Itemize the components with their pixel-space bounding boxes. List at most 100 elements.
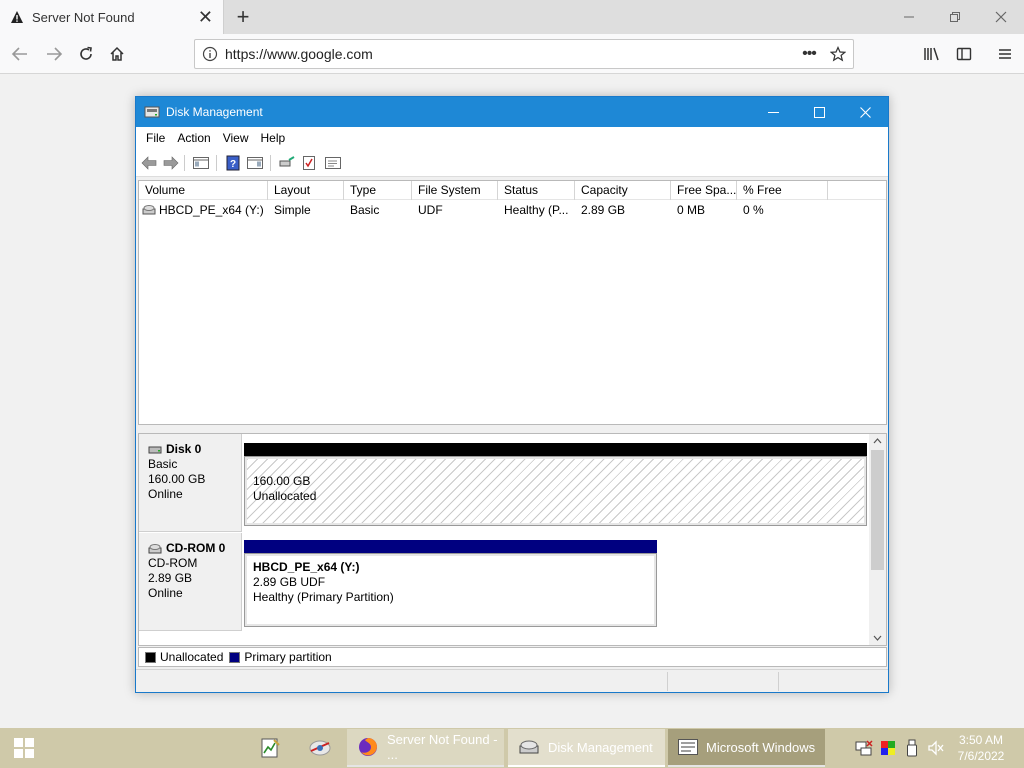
help-book-icon: ? xyxy=(226,155,240,171)
column-header-file-system[interactable]: File System xyxy=(412,181,498,200)
help-button[interactable]: ? xyxy=(224,154,242,172)
menu-view[interactable]: View xyxy=(217,131,255,145)
cdrom-0-info[interactable]: CD-ROM 0 CD-ROM 2.89 GB Online xyxy=(139,533,242,631)
new-tab-button[interactable]: + xyxy=(230,4,256,30)
bookmark-star-icon[interactable] xyxy=(823,46,853,62)
taskbar-item-firefox[interactable]: Server Not Found - ... xyxy=(347,729,504,767)
primary-partition-swatch xyxy=(229,651,241,663)
taskbar-item-disk-management[interactable]: Disk Management xyxy=(508,729,665,767)
window-maximize-button[interactable] xyxy=(796,97,842,127)
home-button[interactable] xyxy=(103,40,131,68)
show-hide-console-tree-button[interactable] xyxy=(192,154,210,172)
connect-drive-button[interactable] xyxy=(278,154,296,172)
volume-name: HBCD_PE_x64 (Y:) xyxy=(159,203,264,217)
partition-label: HBCD_PE_x64 (Y:) xyxy=(253,560,360,574)
menu-file[interactable]: File xyxy=(140,131,171,145)
capacity-cell: 2.89 GB xyxy=(581,203,626,217)
tab-title: Server Not Found xyxy=(32,9,135,25)
unallocated-partition[interactable]: 160.00 GB Unallocated xyxy=(244,456,867,526)
browser-tab[interactable]: Server Not Found ✕ xyxy=(0,0,224,34)
cdrom-0-size: 2.89 GB xyxy=(148,571,193,585)
disk-0-size: 160.00 GB xyxy=(148,472,206,486)
library-icon xyxy=(924,47,939,61)
window-title: Disk Management xyxy=(166,105,263,119)
forward-arrow-icon xyxy=(47,47,63,61)
reload-icon xyxy=(80,46,92,60)
site-info-icon[interactable] xyxy=(195,46,225,62)
volume-row[interactable]: HBCD_PE_x64 (Y:) Simple Basic UDF Health… xyxy=(139,201,886,219)
pinned-notepad-app[interactable] xyxy=(246,728,294,768)
menu-help[interactable]: Help xyxy=(255,131,292,145)
status-bar xyxy=(136,669,888,692)
disk-0-name-row: Disk 0 xyxy=(148,442,241,457)
window-title-bar[interactable]: Disk Management xyxy=(136,97,888,127)
back-button[interactable] xyxy=(140,154,158,172)
close-tab-icon[interactable]: ✕ xyxy=(198,8,213,26)
home-icon xyxy=(110,46,124,61)
taskbar-item-microsoft-windows[interactable]: Microsoft Windows xyxy=(668,729,825,767)
disk-0-info[interactable]: Disk 0 Basic 160.00 GB Online xyxy=(139,434,242,532)
browser-restore-button[interactable] xyxy=(932,0,978,34)
tray-display-icon[interactable] xyxy=(876,728,900,768)
scroll-up-arrow-icon[interactable] xyxy=(869,434,886,448)
scroll-down-arrow-icon[interactable] xyxy=(869,631,886,645)
start-button[interactable] xyxy=(0,728,48,768)
disk-map-scrollbar[interactable] xyxy=(869,434,886,645)
properties-button[interactable] xyxy=(300,154,318,172)
view-options-button[interactable] xyxy=(324,154,342,172)
taskbar-item-microsoft-windows-label: Microsoft Windows xyxy=(706,739,816,755)
column-header-free-space[interactable]: Free Spa... xyxy=(671,181,737,200)
column-header-layout[interactable]: Layout xyxy=(268,181,344,200)
toolbar-separator xyxy=(184,155,185,171)
window-minimize-button[interactable] xyxy=(750,97,796,127)
system-clock[interactable]: 3:50 AM 7/6/2022 xyxy=(950,732,1012,764)
window-close-button[interactable] xyxy=(842,97,888,127)
browser-minimize-button[interactable] xyxy=(886,0,932,34)
unallocated-swatch xyxy=(145,651,156,663)
toolbar-separator xyxy=(270,155,271,171)
taskbar-item-firefox-label: Server Not Found - ... xyxy=(387,732,498,762)
volume-list-header: Volume Layout Type File System Status Ca… xyxy=(139,181,886,200)
warning-icon xyxy=(11,11,23,23)
browser-close-button[interactable] xyxy=(978,0,1024,34)
column-header-percent-free[interactable]: % Free xyxy=(737,181,828,200)
free-space-cell: 0 MB xyxy=(677,203,706,217)
tray-volume-muted-icon[interactable] xyxy=(924,728,948,768)
pinned-network-app[interactable] xyxy=(296,728,344,768)
disk-0-name: Disk 0 xyxy=(166,442,202,456)
column-header-capacity[interactable]: Capacity xyxy=(575,181,671,200)
scrollbar-thumb[interactable] xyxy=(871,450,884,570)
legend-unallocated: Unallocated xyxy=(160,650,224,664)
clock-time: 3:50 AM xyxy=(958,733,1004,747)
column-header-volume[interactable]: Volume xyxy=(139,181,268,200)
windows-logo-icon xyxy=(14,738,34,758)
browser-tab-bar: Server Not Found ✕ + xyxy=(0,0,1024,34)
partition-size: 2.89 GB UDF xyxy=(253,575,326,589)
window-list-icon xyxy=(678,739,698,755)
svg-text:?: ? xyxy=(230,159,236,170)
column-header-type[interactable]: Type xyxy=(344,181,412,200)
primary-partition-stripe xyxy=(244,540,657,553)
tray-network-icon[interactable] xyxy=(852,728,876,768)
column-header-status[interactable]: Status xyxy=(498,181,575,200)
disk-management-icon xyxy=(144,106,160,118)
legend-bar: Unallocated Primary partition xyxy=(138,647,887,667)
menu-button[interactable] xyxy=(991,40,1019,68)
forward-button[interactable] xyxy=(162,154,180,172)
page-actions-icon[interactable]: ••• xyxy=(795,45,823,63)
browser-nav-bar: https://www.google.com ••• xyxy=(0,34,1024,74)
cdrom-0-state: Online xyxy=(148,586,183,600)
status-bar-divider xyxy=(667,672,668,691)
action-pane-icon xyxy=(247,157,263,169)
show-hide-action-pane-button[interactable] xyxy=(246,154,264,172)
sidebar-button[interactable] xyxy=(950,40,978,68)
library-button[interactable] xyxy=(918,40,946,68)
back-button[interactable] xyxy=(6,40,34,68)
tray-usb-icon[interactable] xyxy=(900,728,924,768)
menu-action[interactable]: Action xyxy=(171,131,216,145)
primary-partition[interactable]: HBCD_PE_x64 (Y:) 2.89 GB UDF Healthy (Pr… xyxy=(244,553,657,627)
pane-splitter[interactable] xyxy=(138,427,887,432)
reload-button[interactable] xyxy=(72,40,100,68)
url-bar[interactable]: https://www.google.com ••• xyxy=(194,39,854,69)
forward-button[interactable] xyxy=(40,40,68,68)
